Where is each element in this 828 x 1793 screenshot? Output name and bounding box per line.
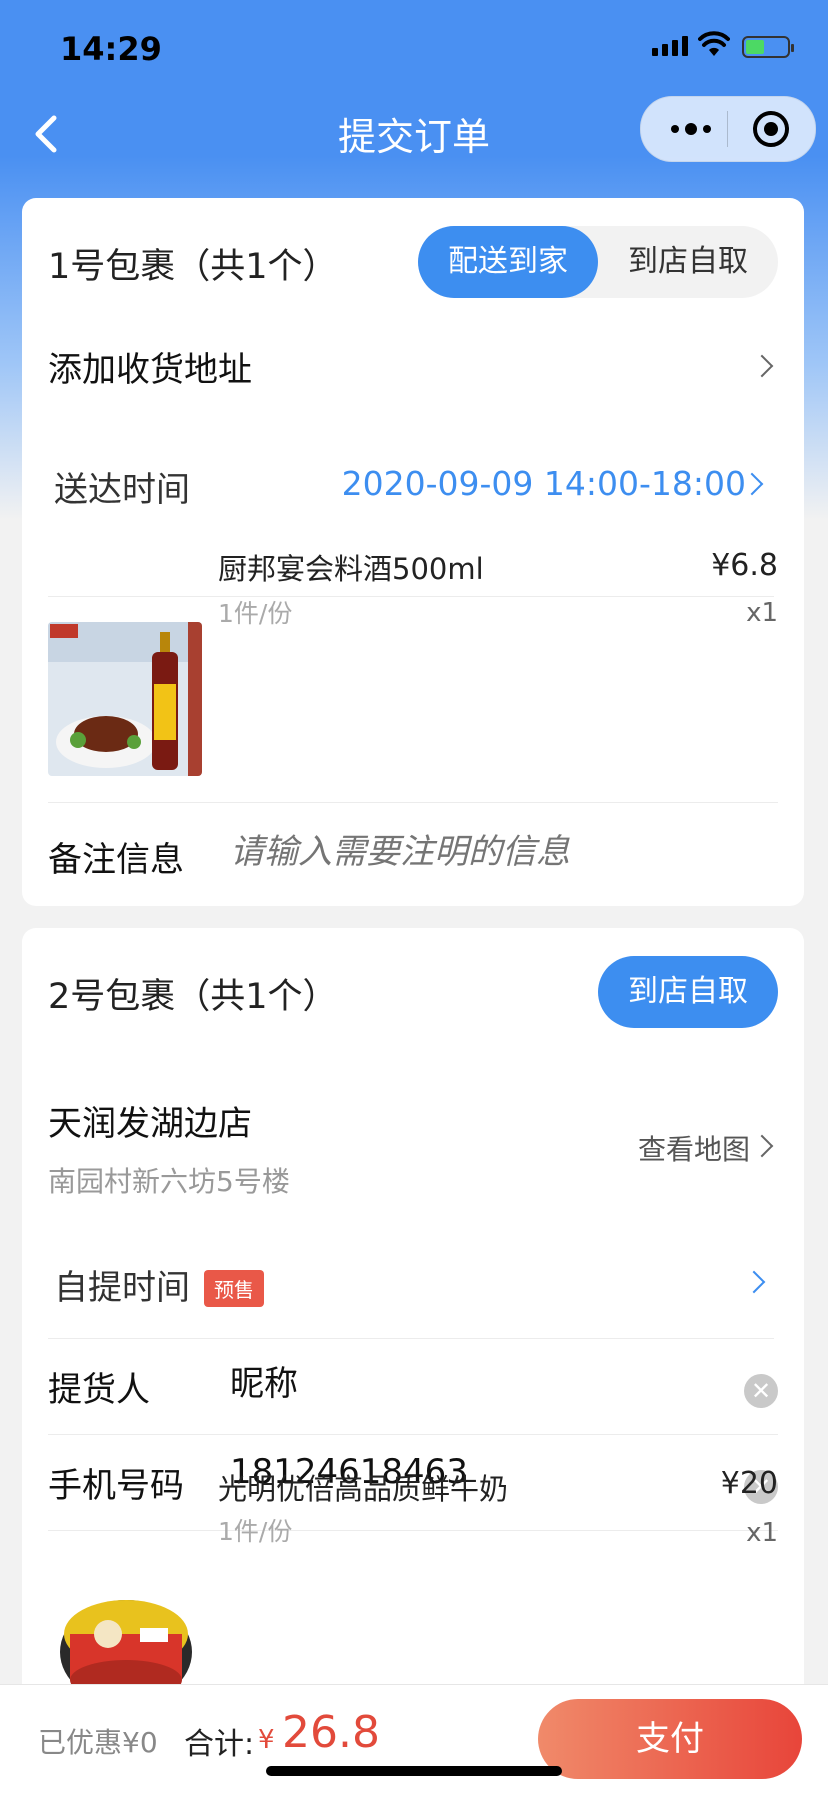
more-icon[interactable] xyxy=(671,119,713,139)
chevron-right-icon xyxy=(750,1134,774,1158)
product-quantity: x1 xyxy=(746,1518,778,1548)
view-map-link[interactable]: 查看地图 xyxy=(638,1128,750,1168)
phone-label: 手机号码 xyxy=(48,1466,184,1506)
pickup-time-label: 自提时间 xyxy=(54,1268,190,1308)
product-unit: 1件/份 xyxy=(218,599,293,628)
home-indicator xyxy=(266,1766,562,1776)
product-unit: 1件/份 xyxy=(218,1517,293,1546)
picker-label: 提货人 xyxy=(48,1370,150,1410)
chevron-right-icon[interactable] xyxy=(742,1270,766,1294)
package-2-card: 2号包裹（共1个） 到店自取 天润发湖边店 南园村新六坊5号楼 查看地图 自提时… xyxy=(22,928,804,1792)
product-name: 光明优倍高品质鲜牛奶 xyxy=(218,1472,509,1506)
delivery-mode-toggle: 配送到家 到店自取 xyxy=(418,226,778,298)
package-2-title: 2号包裹（共1个） xyxy=(48,977,338,1017)
total-label: 合计: xyxy=(184,1727,255,1762)
product-price: ¥6.8 xyxy=(711,548,778,583)
delivery-time-label: 送达时间 xyxy=(54,470,190,510)
package-1-card: 1号包裹（共1个） 配送到家 到店自取 添加收货地址 送达时间 2020-09-… xyxy=(22,198,804,906)
remark-input[interactable] xyxy=(230,832,770,872)
option-store-pickup[interactable]: 到店自取 xyxy=(598,956,778,1028)
product-quantity: x1 xyxy=(746,598,778,628)
option-store-pickup[interactable]: 到店自取 xyxy=(598,226,778,298)
store-name: 天润发湖边店 xyxy=(48,1104,252,1144)
product-name: 厨邦宴会料酒500ml xyxy=(218,552,484,586)
checkout-bar: 已优惠¥0 合计: ¥ 26.8 支付 xyxy=(0,1684,828,1793)
divider xyxy=(48,1338,774,1339)
delivery-time-value[interactable]: 2020-09-09 14:00-18:00 xyxy=(342,464,746,503)
capsule-divider xyxy=(727,111,728,147)
total-currency: ¥ xyxy=(258,1725,275,1755)
divider xyxy=(48,1530,778,1531)
remark-label: 备注信息 xyxy=(48,840,184,880)
wifi-icon xyxy=(698,31,730,56)
divider xyxy=(48,1434,778,1435)
battery-icon xyxy=(742,36,794,58)
navigation-bar: 提交订单 xyxy=(0,92,828,168)
add-address-row[interactable]: 添加收货地址 xyxy=(48,342,252,391)
product-price: ¥20 xyxy=(720,1466,778,1501)
divider xyxy=(48,596,774,597)
chevron-right-icon xyxy=(750,354,774,378)
miniprogram-capsule xyxy=(640,96,816,162)
status-bar: 14:29 xyxy=(0,0,828,100)
package-1-title: 1号包裹（共1个） xyxy=(48,247,338,287)
total-amount: 26.8 xyxy=(282,1707,380,1758)
option-home-delivery[interactable]: 配送到家 xyxy=(418,226,598,298)
clear-icon[interactable]: ✕ xyxy=(744,1374,778,1408)
discount-text: 已优惠¥0 xyxy=(38,1726,158,1759)
product-image-cooking-wine xyxy=(48,622,202,776)
close-miniprogram-icon[interactable] xyxy=(753,111,789,147)
status-time: 14:29 xyxy=(60,30,162,68)
pay-button[interactable]: 支付 xyxy=(538,1699,802,1779)
store-address: 南园村新六坊5号楼 xyxy=(48,1165,290,1198)
signal-icon xyxy=(652,36,688,56)
divider xyxy=(48,802,778,803)
picker-name-field[interactable]: 昵称 xyxy=(230,1356,298,1405)
presale-badge: 预售 xyxy=(204,1270,264,1307)
